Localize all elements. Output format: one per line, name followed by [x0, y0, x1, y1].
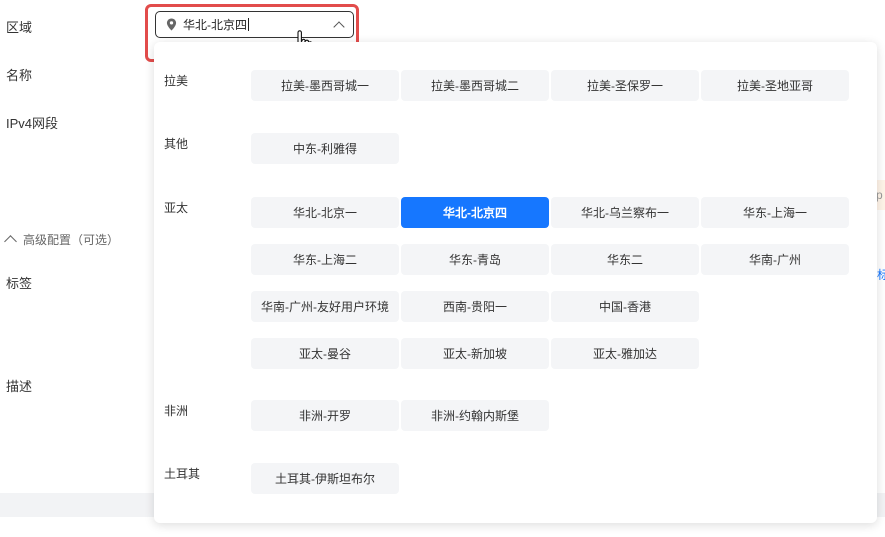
advanced-config-toggle[interactable]: 高级配置（可选）: [4, 231, 120, 248]
name-label: 名称: [6, 68, 33, 83]
region-option[interactable]: 中东-利雅得: [251, 133, 399, 164]
group-title-apac: 亚太: [164, 201, 189, 215]
region-option[interactable]: 土耳其-伊斯坦布尔: [251, 463, 399, 494]
region-option[interactable]: 非洲-约翰内斯堡: [401, 400, 549, 431]
region-option[interactable]: 华北-乌兰察布一: [551, 197, 699, 228]
tags-label: 标签: [6, 276, 33, 291]
region-select[interactable]: 华北-北京四: [155, 11, 354, 38]
chevron-up-icon: [4, 235, 17, 248]
region-option[interactable]: 华东二: [551, 244, 699, 275]
group-title-turkey: 土耳其: [164, 467, 201, 481]
region-option[interactable]: 亚太-曼谷: [251, 338, 399, 369]
region-option[interactable]: 非洲-开罗: [251, 400, 399, 431]
region-option-selected[interactable]: 华北-北京四: [401, 197, 549, 228]
advanced-config-label: 高级配置（可选）: [23, 233, 120, 247]
region-option[interactable]: 亚太-新加坡: [401, 338, 549, 369]
ipv4-label: IPv4网段: [6, 116, 59, 131]
region-dropdown-panel: 拉美 拉美-墨西哥城一 拉美-墨西哥城二 拉美-圣保罗一 拉美-圣地亚哥 其他 …: [154, 42, 877, 523]
group-title-latam: 拉美: [164, 74, 189, 88]
group-title-other: 其他: [164, 137, 189, 151]
region-option[interactable]: 拉美-圣地亚哥: [701, 70, 849, 101]
region-option[interactable]: 华南-广州-友好用户环境: [251, 291, 399, 322]
map-pin-icon: [166, 18, 177, 31]
right-tag-link[interactable]: 标: [877, 266, 885, 283]
group-title-africa: 非洲: [164, 404, 189, 418]
region-option[interactable]: 华北-北京一: [251, 197, 399, 228]
region-option[interactable]: 西南-贵阳一: [401, 291, 549, 322]
chevron-up-icon[interactable]: [333, 20, 345, 33]
region-option[interactable]: 华东-上海一: [701, 197, 849, 228]
region-label: 区域: [6, 20, 33, 35]
region-option[interactable]: 拉美-墨西哥城二: [401, 70, 549, 101]
region-option[interactable]: 华南-广州: [701, 244, 849, 275]
right-peek-banner: p: [876, 180, 885, 210]
description-label: 描述: [6, 379, 33, 394]
region-option[interactable]: 亚太-雅加达: [551, 338, 699, 369]
region-option[interactable]: 华东-青岛: [401, 244, 549, 275]
region-option[interactable]: 拉美-墨西哥城一: [251, 70, 399, 101]
region-option[interactable]: 华东-上海二: [251, 244, 399, 275]
region-option[interactable]: 拉美-圣保罗一: [551, 70, 699, 101]
region-option[interactable]: 中国-香港: [551, 291, 699, 322]
